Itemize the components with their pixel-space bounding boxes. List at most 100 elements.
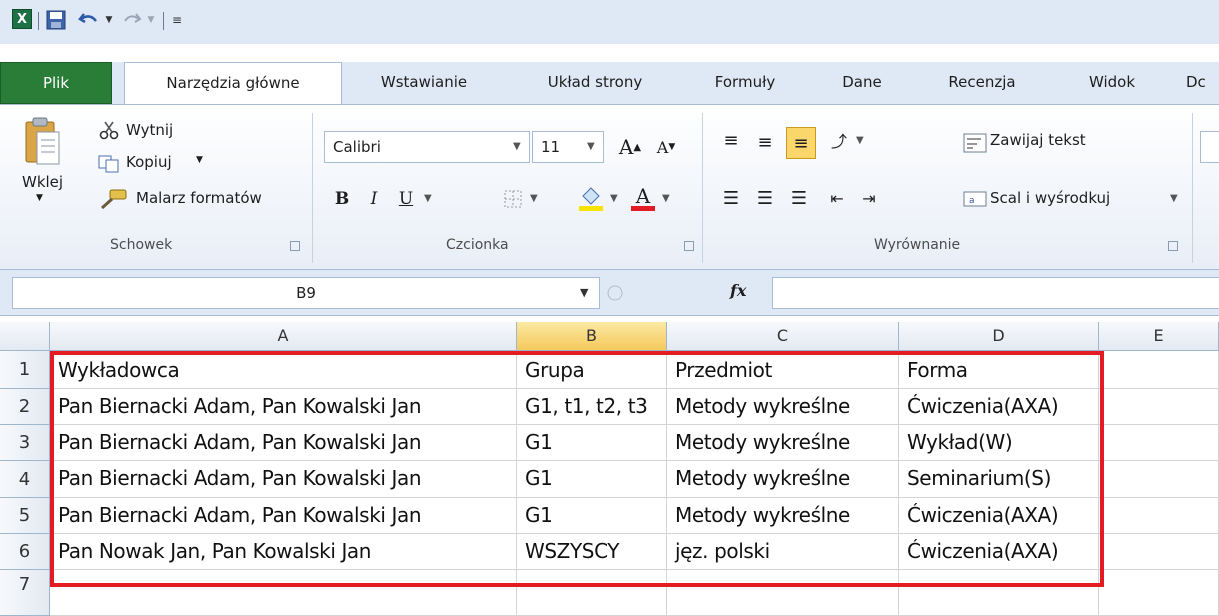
align-left-icon[interactable]: ☰ — [718, 185, 744, 211]
formula-input[interactable] — [772, 277, 1219, 309]
decrease-indent-icon[interactable]: ⇤ — [824, 185, 850, 211]
cell-d2[interactable]: Ćwiczenia(AXA) — [899, 389, 1099, 425]
cell-b2[interactable]: G1, t1, t2, t3 — [517, 389, 667, 425]
cell-e7[interactable] — [1099, 570, 1219, 616]
cell-b4[interactable]: G1 — [517, 461, 667, 498]
redo-dropdown-icon[interactable]: ▼ — [145, 9, 157, 31]
shrink-font-icon[interactable]: A ▼ — [650, 131, 682, 163]
cell-a5[interactable]: Pan Biernacki Adam, Pan Kowalski Jan — [50, 498, 517, 534]
paste-dropdown-icon[interactable]: ▼ — [36, 193, 43, 203]
cut-icon[interactable] — [98, 119, 120, 141]
cell-e1[interactable] — [1099, 351, 1219, 389]
cell-d4[interactable]: Seminarium(S) — [899, 461, 1099, 498]
paste-label[interactable]: Wklej — [22, 173, 63, 191]
cell-c5[interactable]: Metody wykreślne — [667, 498, 899, 534]
borders-icon[interactable] — [500, 185, 526, 213]
align-right-icon[interactable]: ☰ — [786, 185, 812, 211]
cell-a2[interactable]: Pan Biernacki Adam, Pan Kowalski Jan — [50, 389, 517, 425]
merge-center-icon[interactable]: a — [962, 187, 988, 211]
font-launcher-icon[interactable] — [684, 241, 694, 251]
tab-developer[interactable]: Dc — [1186, 62, 1219, 104]
cell-d1[interactable]: Forma — [899, 351, 1099, 389]
column-header-c[interactable]: C — [667, 322, 899, 351]
font-name-dropdown[interactable]: Calibri ▼ — [324, 131, 530, 163]
fill-color-icon[interactable] — [576, 183, 606, 213]
save-icon[interactable] — [46, 9, 66, 31]
cell-c7[interactable] — [667, 570, 899, 616]
font-size-dropdown[interactable]: 11 ▼ — [532, 131, 604, 163]
format-painter-icon[interactable] — [98, 187, 128, 211]
grow-font-icon[interactable]: A ▲ — [614, 131, 646, 163]
copy-dropdown-icon[interactable]: ▼ — [196, 155, 203, 165]
cell-a3[interactable]: Pan Biernacki Adam, Pan Kowalski Jan — [50, 425, 517, 461]
cell-a6[interactable]: Pan Nowak Jan, Pan Kowalski Jan — [50, 534, 517, 570]
cell-e4[interactable] — [1099, 461, 1219, 498]
number-format-dropdown[interactable] — [1200, 131, 1219, 163]
column-header-e[interactable]: E — [1099, 322, 1219, 351]
row-header-1[interactable]: 1 — [0, 351, 50, 389]
cell-a1[interactable]: Wykładowca — [50, 351, 517, 389]
cell-c4[interactable]: Metody wykreślne — [667, 461, 899, 498]
font-color-icon[interactable]: A — [628, 183, 658, 213]
copy-icon[interactable] — [98, 153, 120, 175]
excel-logo-icon[interactable]: X — [12, 9, 32, 29]
row-header-3[interactable]: 3 — [0, 425, 50, 461]
paste-icon[interactable] — [22, 115, 62, 167]
underline-button[interactable]: U — [394, 185, 418, 213]
cell-a7[interactable] — [50, 570, 517, 616]
cell-b1[interactable]: Grupa — [517, 351, 667, 389]
cell-d6[interactable]: Ćwiczenia(AXA) — [899, 534, 1099, 570]
merge-dropdown-icon[interactable]: ▼ — [1170, 193, 1178, 204]
cell-b3[interactable]: G1 — [517, 425, 667, 461]
increase-indent-icon[interactable]: ⇥ — [856, 185, 882, 211]
text-orientation-icon[interactable]: ⤴ — [826, 127, 852, 153]
bold-button[interactable]: B — [330, 185, 354, 213]
undo-icon[interactable] — [78, 9, 100, 31]
cut-label[interactable]: Wytnij — [126, 121, 173, 139]
cell-e5[interactable] — [1099, 498, 1219, 534]
wrap-text-label[interactable]: Zawijaj tekst — [990, 131, 1086, 149]
cell-e2[interactable] — [1099, 389, 1219, 425]
cell-c2[interactable]: Metody wykreślne — [667, 389, 899, 425]
name-box[interactable]: B9 — [12, 277, 600, 309]
orientation-dropdown-icon[interactable]: ▼ — [856, 135, 864, 146]
cell-c6[interactable]: jęz. polski — [667, 534, 899, 570]
row-header-2[interactable]: 2 — [0, 389, 50, 425]
font-color-dropdown-icon[interactable]: ▼ — [662, 193, 670, 204]
cell-a4[interactable]: Pan Biernacki Adam, Pan Kowalski Jan — [50, 461, 517, 498]
cell-c1[interactable]: Przedmiot — [667, 351, 899, 389]
tab-formulas[interactable]: Formuły — [700, 62, 790, 104]
tab-page-layout[interactable]: Układ strony — [520, 62, 670, 104]
name-box-dropdown-icon[interactable]: ▼ — [580, 286, 588, 299]
clipboard-launcher-icon[interactable] — [290, 241, 300, 251]
column-header-b[interactable]: B — [517, 322, 667, 351]
tab-insert[interactable]: Wstawianie — [352, 62, 496, 104]
merge-center-label[interactable]: Scal i wyśrodkuj — [990, 189, 1110, 207]
alignment-launcher-icon[interactable] — [1168, 241, 1178, 251]
borders-dropdown-icon[interactable]: ▼ — [530, 193, 538, 204]
insert-function-icon[interactable]: fx — [730, 281, 746, 300]
align-center-icon[interactable]: ☰ — [752, 185, 778, 211]
italic-button[interactable]: I — [362, 185, 386, 213]
tab-file[interactable]: Plik — [0, 62, 112, 104]
tab-view[interactable]: Widok — [1066, 62, 1158, 104]
wrap-text-icon[interactable] — [962, 131, 988, 155]
tab-home[interactable]: Narzędzia główne — [124, 62, 342, 105]
select-all-corner[interactable] — [0, 322, 50, 351]
align-middle-icon[interactable]: ≡ — [752, 129, 778, 155]
row-header-4[interactable]: 4 — [0, 461, 50, 498]
align-bottom-icon[interactable]: ≡ — [786, 127, 816, 159]
row-header-7[interactable]: 7 — [0, 570, 50, 616]
tab-data[interactable]: Dane — [822, 62, 902, 104]
customize-qat-icon[interactable]: ≡ — [170, 9, 184, 31]
cell-e3[interactable] — [1099, 425, 1219, 461]
fill-color-dropdown-icon[interactable]: ▼ — [610, 193, 618, 204]
row-header-5[interactable]: 5 — [0, 498, 50, 534]
cell-c3[interactable]: Metody wykreślne — [667, 425, 899, 461]
cell-d5[interactable]: Ćwiczenia(AXA) — [899, 498, 1099, 534]
format-painter-label[interactable]: Malarz formatów — [136, 189, 262, 207]
column-header-d[interactable]: D — [899, 322, 1099, 351]
cell-d3[interactable]: Wykład(W) — [899, 425, 1099, 461]
align-top-icon[interactable]: ≡ — [718, 127, 744, 153]
column-header-a[interactable]: A — [50, 322, 517, 351]
